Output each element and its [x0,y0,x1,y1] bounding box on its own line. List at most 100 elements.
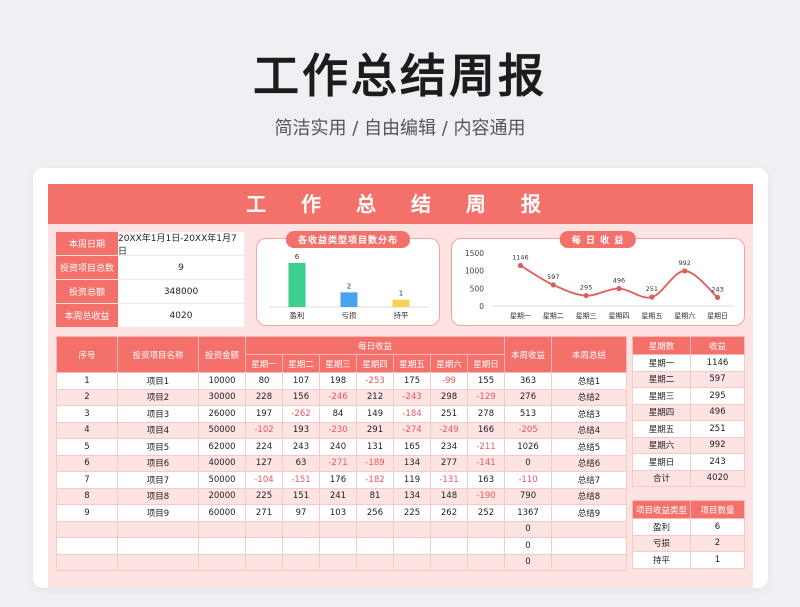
cell-project-name[interactable] [117,553,199,571]
cell-daily-income[interactable]: 197 [245,405,283,423]
cell-project-name[interactable]: 项目5 [117,438,199,456]
cell-weekday[interactable]: 合计 [632,469,691,487]
cell-summary[interactable]: 总结4 [551,421,628,439]
cell-daily-income[interactable]: 119 [393,471,431,489]
cell-daily-income[interactable]: 251 [430,405,468,423]
cell-summary[interactable]: 总结5 [551,438,628,456]
cell-week-income[interactable]: -110 [504,471,553,489]
cell-amount[interactable]: 60000 [198,504,246,522]
cell-daily-income[interactable]: -211 [466,438,506,456]
cell-income[interactable]: 4020 [690,469,745,487]
cell-week-income[interactable]: 1026 [504,438,553,456]
cell-income-type[interactable]: 持平 [632,551,691,569]
cell-week-income[interactable]: 363 [504,372,553,390]
cell-income[interactable]: 496 [690,403,745,421]
cell-amount[interactable]: 62000 [198,438,246,456]
cell-daily-income[interactable]: 127 [245,454,283,472]
cell-summary[interactable]: 总结2 [551,388,628,406]
cell-daily-income[interactable]: -246 [319,388,357,406]
cell-daily-income[interactable]: -104 [245,471,283,489]
cell-summary[interactable] [551,520,628,538]
cell-daily-income[interactable] [245,520,283,538]
cell-weekday[interactable]: 星期四 [632,403,691,421]
cell-income-type[interactable]: 亏损 [632,534,691,552]
cell-daily-income[interactable]: 166 [466,421,506,439]
cell-daily-income[interactable]: 134 [393,487,431,505]
cell-daily-income[interactable] [245,537,283,555]
cell-amount[interactable] [198,537,246,555]
cell-week-income[interactable]: 513 [504,405,553,423]
cell-amount[interactable]: 30000 [198,388,246,406]
cell-week-income[interactable]: 0 [504,553,553,571]
cell-weekday[interactable]: 星期三 [632,387,691,405]
cell-daily-income[interactable]: -262 [282,405,320,423]
cell-index[interactable]: 5 [56,438,118,456]
cell-daily-income[interactable] [466,553,506,571]
cell-week-income[interactable]: 790 [504,487,553,505]
cell-amount[interactable] [198,520,246,538]
cell-daily-income[interactable]: 134 [393,454,431,472]
cell-income[interactable]: 597 [690,370,745,388]
cell-daily-income[interactable]: 234 [430,438,468,456]
cell-daily-income[interactable]: 81 [356,487,394,505]
cell-summary[interactable]: 总结3 [551,405,628,423]
cell-summary[interactable] [551,537,628,555]
cell-daily-income[interactable]: -190 [466,487,506,505]
cell-daily-income[interactable] [393,520,431,538]
cell-daily-income[interactable]: -131 [430,471,468,489]
cell-amount[interactable] [198,553,246,571]
cell-income[interactable]: 992 [690,436,745,454]
cell-daily-income[interactable]: 84 [319,405,357,423]
cell-weekday[interactable]: 星期一 [632,354,691,372]
cell-index[interactable]: 2 [56,388,118,406]
info-value[interactable]: 348000 [118,280,244,304]
cell-daily-income[interactable]: 103 [319,504,357,522]
cell-daily-income[interactable]: -129 [466,388,506,406]
cell-week-income[interactable]: 1367 [504,504,553,522]
cell-amount[interactable]: 50000 [198,471,246,489]
info-value[interactable]: 9 [118,256,244,280]
cell-daily-income[interactable] [430,537,468,555]
cell-daily-income[interactable] [466,520,506,538]
cell-income-type[interactable]: 盈利 [632,518,691,536]
cell-index[interactable]: 6 [56,454,118,472]
cell-daily-income[interactable] [356,537,394,555]
cell-daily-income[interactable] [282,553,320,571]
cell-daily-income[interactable]: 224 [245,438,283,456]
cell-project-count[interactable]: 1 [690,551,745,569]
cell-daily-income[interactable] [319,553,357,571]
cell-weekday[interactable]: 星期二 [632,370,691,388]
cell-daily-income[interactable]: 156 [282,388,320,406]
cell-daily-income[interactable]: 298 [430,388,468,406]
cell-week-income[interactable]: 0 [504,537,553,555]
cell-daily-income[interactable] [356,520,394,538]
cell-daily-income[interactable]: 107 [282,372,320,390]
cell-daily-income[interactable] [282,537,320,555]
cell-daily-income[interactable]: 149 [356,405,394,423]
cell-daily-income[interactable]: 80 [245,372,283,390]
cell-project-name[interactable]: 项目7 [117,471,199,489]
cell-project-name[interactable]: 项目2 [117,388,199,406]
cell-daily-income[interactable]: 278 [466,405,506,423]
cell-daily-income[interactable]: 198 [319,372,357,390]
cell-daily-income[interactable] [319,537,357,555]
cell-index[interactable]: 9 [56,504,118,522]
cell-weekday[interactable]: 星期日 [632,453,691,471]
cell-index[interactable] [56,553,118,571]
cell-amount[interactable]: 26000 [198,405,246,423]
cell-amount[interactable]: 40000 [198,454,246,472]
cell-daily-income[interactable]: 243 [282,438,320,456]
cell-project-name[interactable]: 项目8 [117,487,199,505]
cell-daily-income[interactable]: -182 [356,471,394,489]
cell-project-count[interactable]: 2 [690,534,745,552]
cell-project-name[interactable] [117,520,199,538]
cell-daily-income[interactable]: 163 [466,471,506,489]
cell-daily-income[interactable]: 228 [245,388,283,406]
cell-income[interactable]: 251 [690,420,745,438]
cell-week-income[interactable]: 276 [504,388,553,406]
cell-daily-income[interactable]: 291 [356,421,394,439]
cell-daily-income[interactable]: 97 [282,504,320,522]
cell-daily-income[interactable] [245,553,283,571]
cell-daily-income[interactable]: 175 [393,372,431,390]
cell-summary[interactable]: 总结1 [551,372,628,390]
